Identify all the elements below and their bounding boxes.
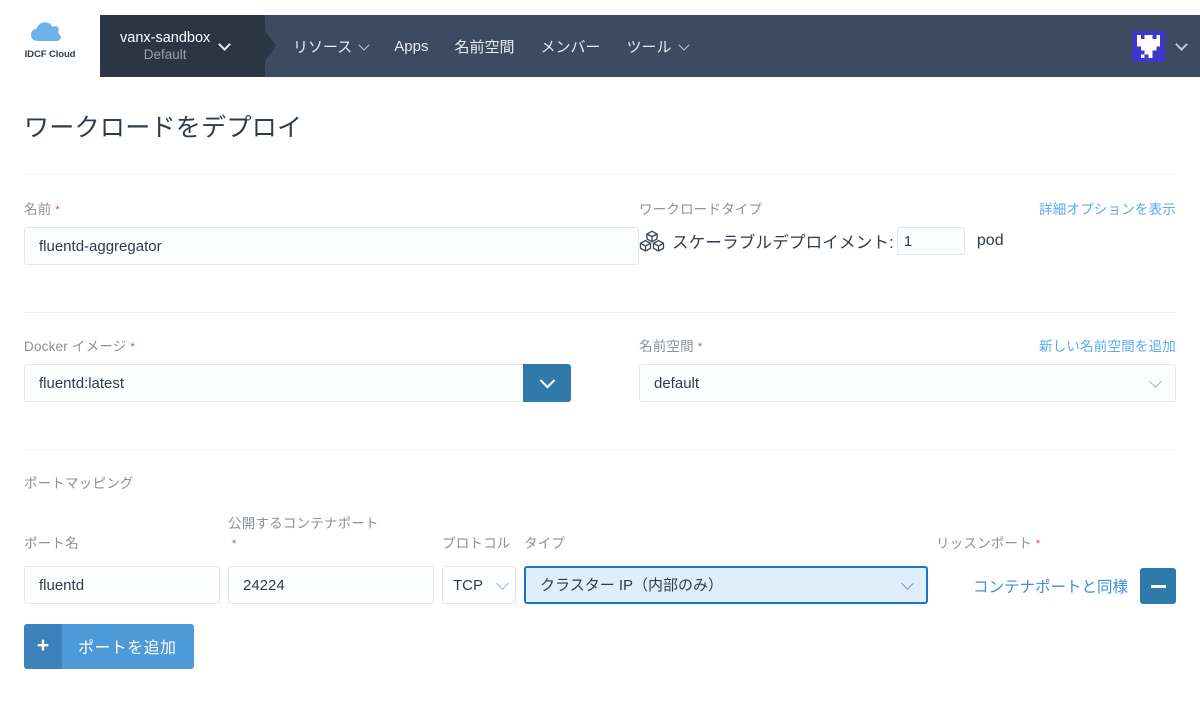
protocol-select[interactable]: TCP: [442, 566, 516, 605]
divider: [24, 312, 1176, 313]
workload-type-group: ワークロードタイプ 詳細オプションを表示 スケーラブルデプロイメント: 1 po…: [639, 198, 1176, 265]
required-marker: *: [55, 204, 60, 216]
project-selector[interactable]: vanx-sandbox Default: [100, 15, 276, 77]
nav-item-label: ツール: [626, 38, 672, 56]
namespace-group: 名前空間 * 新しい名前空間を追加 default: [639, 335, 1176, 402]
add-port-button[interactable]: + ポートを追加: [24, 624, 195, 670]
required-marker: *: [232, 537, 237, 550]
table-row: TCP クラスター IP（内部のみ） コンテナポートと同様: [24, 566, 1176, 605]
chevron-down-icon: [539, 372, 555, 388]
docker-image-label: Docker イメージ *: [24, 339, 135, 354]
form-row-name: 名前* ワークロードタイプ 詳細オプションを表示: [24, 198, 1176, 265]
nav-item-apps[interactable]: Apps: [394, 38, 428, 55]
port-mapping-section: ポートマッピング ポート名 公開するコンテナポート * プロトコル タイプ リッ…: [24, 472, 1176, 670]
divider: [24, 449, 1176, 450]
page-title: ワークロードをデプロイ: [24, 114, 303, 142]
workload-type-value: スケーラブルデプロイメント:: [672, 234, 894, 252]
project-namespace: Default: [143, 46, 187, 62]
nav-strip: vanx-sandbox Default リソース Apps 名前空間 メンバー…: [100, 15, 1200, 77]
port-name-cell: [24, 566, 220, 605]
nav-item-resources[interactable]: リソース: [293, 36, 370, 57]
port-mapping-title: ポートマッピング: [24, 476, 134, 491]
divider: [24, 174, 1176, 175]
plus-icon: +: [24, 624, 62, 670]
pod-count-input[interactable]: [896, 227, 965, 255]
page-content: ワークロードをデプロイ 名前* ワークロードタイプ 詳細オプションを表示: [0, 108, 1200, 670]
container-port-input[interactable]: [228, 566, 434, 605]
docker-image-group: Docker イメージ *: [24, 335, 639, 402]
column-header-listen-port: リッスンポート *: [936, 535, 1041, 551]
required-marker: *: [1035, 537, 1041, 550]
remove-port-button[interactable]: [1140, 568, 1176, 605]
scalable-deployment-cubes-icon: [639, 230, 665, 252]
listen-port-cell: コンテナポートと同様: [936, 568, 1176, 605]
nav-items: リソース Apps 名前空間 メンバー ツール: [293, 36, 690, 57]
nav-item-label: Apps: [394, 37, 429, 55]
required-marker: *: [697, 341, 703, 353]
column-header-protocol: プロトコル: [442, 535, 511, 551]
nav-item-namespaces[interactable]: 名前空間: [454, 36, 514, 57]
name-field-group: 名前 *: [24, 198, 639, 265]
column-header-container-port: 公開するコンテナポート *: [228, 516, 379, 550]
nav-item-label: 名前空間: [454, 38, 515, 56]
brand-logo-text: IDCF Cloud: [24, 48, 76, 60]
namespace-label: 名前空間 *: [639, 339, 703, 354]
nav-item-label: メンバー: [540, 38, 601, 56]
avatar: [1132, 30, 1165, 62]
protocol-cell: TCP: [442, 566, 516, 605]
pod-unit-label: pod: [976, 232, 1004, 249]
top-navigation-bar: IDCF Cloud vanx-sandbox Default リソース App…: [0, 0, 1200, 77]
project-name: vanx-sandbox: [120, 29, 211, 46]
nav-item-members[interactable]: メンバー: [540, 36, 600, 57]
user-menu[interactable]: [1132, 30, 1200, 62]
column-header-port-name: ポート名: [24, 535, 79, 551]
port-name-input[interactable]: [24, 566, 220, 605]
nav-item-tools[interactable]: ツール: [626, 36, 690, 57]
idcf-cloud-logo-icon: [31, 21, 62, 41]
namespace-select[interactable]: default: [639, 364, 1176, 402]
docker-image-dropdown-button[interactable]: [523, 364, 571, 402]
minus-icon: [1150, 584, 1166, 588]
add-port-button-label: ポートを追加: [62, 624, 195, 670]
column-header-type: タイプ: [524, 535, 566, 551]
show-advanced-options-link[interactable]: 詳細オプションを表示: [1039, 198, 1176, 218]
brand-logo[interactable]: IDCF Cloud: [0, 0, 100, 75]
workload-type-label: ワークロードタイプ: [639, 202, 763, 217]
service-type-cell: クラスター IP（内部のみ）: [524, 566, 928, 605]
port-mapping-header-row: ポート名 公開するコンテナポート * プロトコル タイプ リッスンポート *: [24, 514, 1176, 562]
same-as-container-port-link[interactable]: コンテナポートと同様: [973, 575, 1128, 597]
chevron-down-icon: [358, 38, 370, 51]
name-field-label: 名前 *: [24, 202, 60, 217]
service-type-select[interactable]: クラスター IP（内部のみ）: [524, 566, 928, 605]
name-input[interactable]: [24, 227, 639, 265]
required-marker: *: [130, 341, 135, 353]
container-port-cell: [228, 566, 434, 605]
add-namespace-link[interactable]: 新しい名前空間を追加: [1039, 335, 1176, 355]
chevron-down-icon: [677, 38, 690, 51]
chevron-down-icon: [218, 37, 232, 51]
form-row-image: Docker イメージ* 名前空間* 新しい名前空間を追加 default: [24, 335, 1176, 402]
nav-item-label: リソース: [293, 38, 353, 56]
docker-image-input[interactable]: [24, 364, 523, 402]
chevron-down-icon: [1175, 37, 1188, 51]
